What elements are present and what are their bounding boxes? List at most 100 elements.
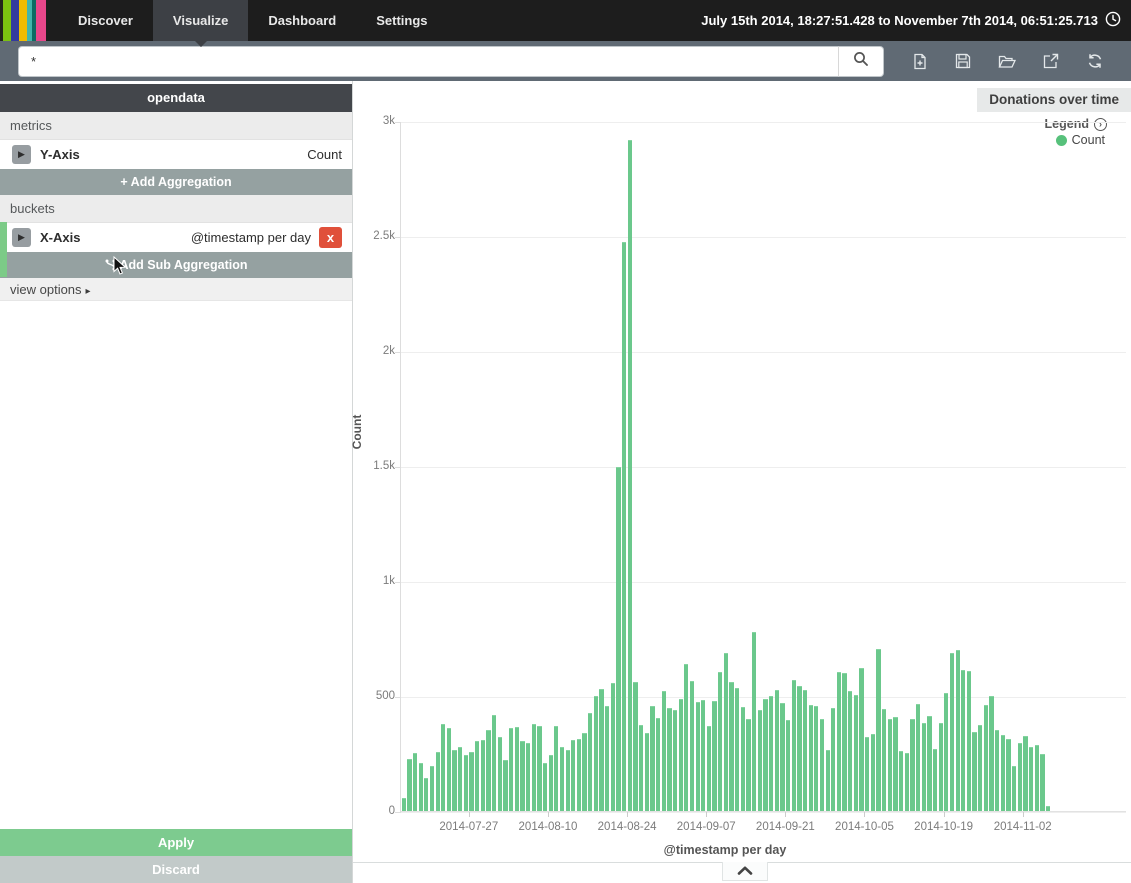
histogram-bar[interactable] (1023, 736, 1028, 812)
histogram-bar[interactable] (525, 743, 531, 812)
histogram-bar[interactable] (870, 734, 875, 812)
histogram-bar[interactable] (633, 682, 638, 812)
discard-button[interactable]: Discard (0, 856, 352, 883)
histogram-bar[interactable] (706, 726, 712, 812)
histogram-bar[interactable] (684, 664, 689, 812)
histogram-bar[interactable] (458, 746, 463, 812)
search-button[interactable] (838, 46, 884, 77)
histogram-bar[interactable] (757, 710, 762, 812)
histogram-bar[interactable] (763, 699, 768, 812)
histogram-bar[interactable] (424, 777, 429, 812)
histogram-bar[interactable] (774, 690, 779, 812)
histogram-bar[interactable] (1040, 754, 1045, 812)
histogram-bar[interactable] (429, 766, 435, 812)
histogram-bar[interactable] (475, 740, 480, 812)
histogram-bar[interactable] (814, 706, 819, 812)
histogram-bar[interactable] (503, 760, 508, 812)
histogram-bar[interactable] (616, 467, 621, 812)
histogram-bar[interactable] (1017, 743, 1022, 812)
histogram-bar[interactable] (876, 648, 881, 812)
histogram-bar[interactable] (655, 718, 661, 812)
view-options-toggle[interactable]: view options ▸ (0, 278, 352, 301)
refresh-button[interactable] (1078, 41, 1112, 81)
histogram-bar[interactable] (695, 702, 700, 812)
histogram-bar[interactable] (893, 717, 898, 812)
histogram-bar[interactable] (768, 696, 774, 812)
histogram-bar[interactable] (797, 686, 802, 812)
histogram-bar[interactable] (622, 241, 627, 812)
remove-aggregation-button[interactable]: x (319, 227, 342, 248)
histogram-bar[interactable] (1006, 739, 1011, 812)
tab-dashboard[interactable]: Dashboard (248, 0, 356, 41)
histogram-bar[interactable] (605, 705, 610, 812)
histogram-bar[interactable] (480, 739, 485, 812)
histogram-bar[interactable] (554, 725, 559, 812)
histogram-bar[interactable] (576, 739, 582, 812)
histogram-bar[interactable] (752, 631, 757, 812)
histogram-bar[interactable] (537, 725, 542, 812)
histogram-bar[interactable] (412, 753, 418, 812)
histogram-bar[interactable] (599, 688, 604, 812)
histogram-bar[interactable] (661, 690, 666, 812)
histogram-bar[interactable] (407, 759, 412, 812)
histogram-bar[interactable] (746, 719, 751, 812)
histogram-bar[interactable] (565, 749, 570, 812)
histogram-bar[interactable] (961, 670, 966, 812)
histogram-bar[interactable] (938, 723, 943, 812)
histogram-bar[interactable] (571, 740, 576, 812)
histogram-bar[interactable] (492, 715, 497, 812)
histogram-bar[interactable] (887, 719, 892, 812)
histogram-bar[interactable] (932, 749, 938, 812)
share-visualization-button[interactable] (1034, 41, 1068, 81)
histogram-bar[interactable] (740, 706, 745, 812)
expand-caret-icon[interactable]: ▶ (12, 145, 31, 164)
histogram-bar[interactable] (582, 732, 587, 812)
histogram-bar[interactable] (989, 696, 994, 812)
histogram-bar[interactable] (836, 671, 842, 812)
histogram-bar[interactable] (1028, 746, 1034, 812)
histogram-bar[interactable] (638, 725, 644, 812)
histogram-bar[interactable] (853, 694, 859, 812)
histogram-bar[interactable] (446, 728, 452, 812)
histogram-bar[interactable] (904, 752, 909, 812)
histogram-bar[interactable] (1000, 735, 1005, 812)
histogram-bar[interactable] (508, 728, 514, 812)
histogram-bar[interactable] (542, 762, 548, 812)
histogram-bar[interactable] (972, 732, 977, 812)
histogram-bar[interactable] (435, 752, 440, 812)
histogram-bar[interactable] (469, 752, 474, 812)
histogram-bar[interactable] (520, 740, 525, 812)
histogram-bar[interactable] (497, 737, 502, 812)
open-visualization-button[interactable] (990, 41, 1024, 81)
histogram-bar[interactable] (593, 696, 599, 812)
histogram-bar[interactable] (859, 668, 864, 812)
histogram-bar[interactable] (848, 690, 853, 812)
query-input[interactable] (18, 46, 838, 77)
histogram-bar[interactable] (966, 671, 972, 812)
histogram-bar[interactable] (791, 680, 796, 812)
histogram-bar[interactable] (882, 709, 887, 812)
histogram-bar[interactable] (1034, 745, 1039, 812)
tab-discover[interactable]: Discover (58, 0, 153, 41)
histogram-bar[interactable] (802, 690, 808, 812)
histogram-bar[interactable] (723, 653, 729, 812)
histogram-bar[interactable] (780, 703, 785, 812)
histogram-bar[interactable] (865, 737, 870, 812)
histogram-bar[interactable] (995, 729, 1000, 812)
histogram-bar[interactable] (486, 730, 491, 812)
histogram-bar[interactable] (819, 719, 825, 812)
histogram-bar[interactable] (944, 693, 949, 812)
histogram-bar[interactable] (831, 708, 836, 812)
histogram-bar[interactable] (418, 762, 423, 812)
histogram-bar[interactable] (729, 682, 734, 812)
histogram-bar[interactable] (514, 726, 519, 812)
histogram-bar[interactable] (463, 754, 469, 812)
spy-panel-toggle[interactable] (722, 862, 768, 881)
histogram-bar[interactable] (898, 751, 904, 812)
add-sub-aggregation-button[interactable]: Add Sub Aggregation (0, 252, 352, 278)
histogram-bar[interactable] (559, 746, 565, 812)
histogram-bar[interactable] (842, 673, 847, 812)
histogram-bar[interactable] (650, 706, 655, 812)
add-aggregation-button[interactable]: + Add Aggregation (0, 169, 352, 195)
histogram-bar[interactable] (531, 723, 536, 812)
